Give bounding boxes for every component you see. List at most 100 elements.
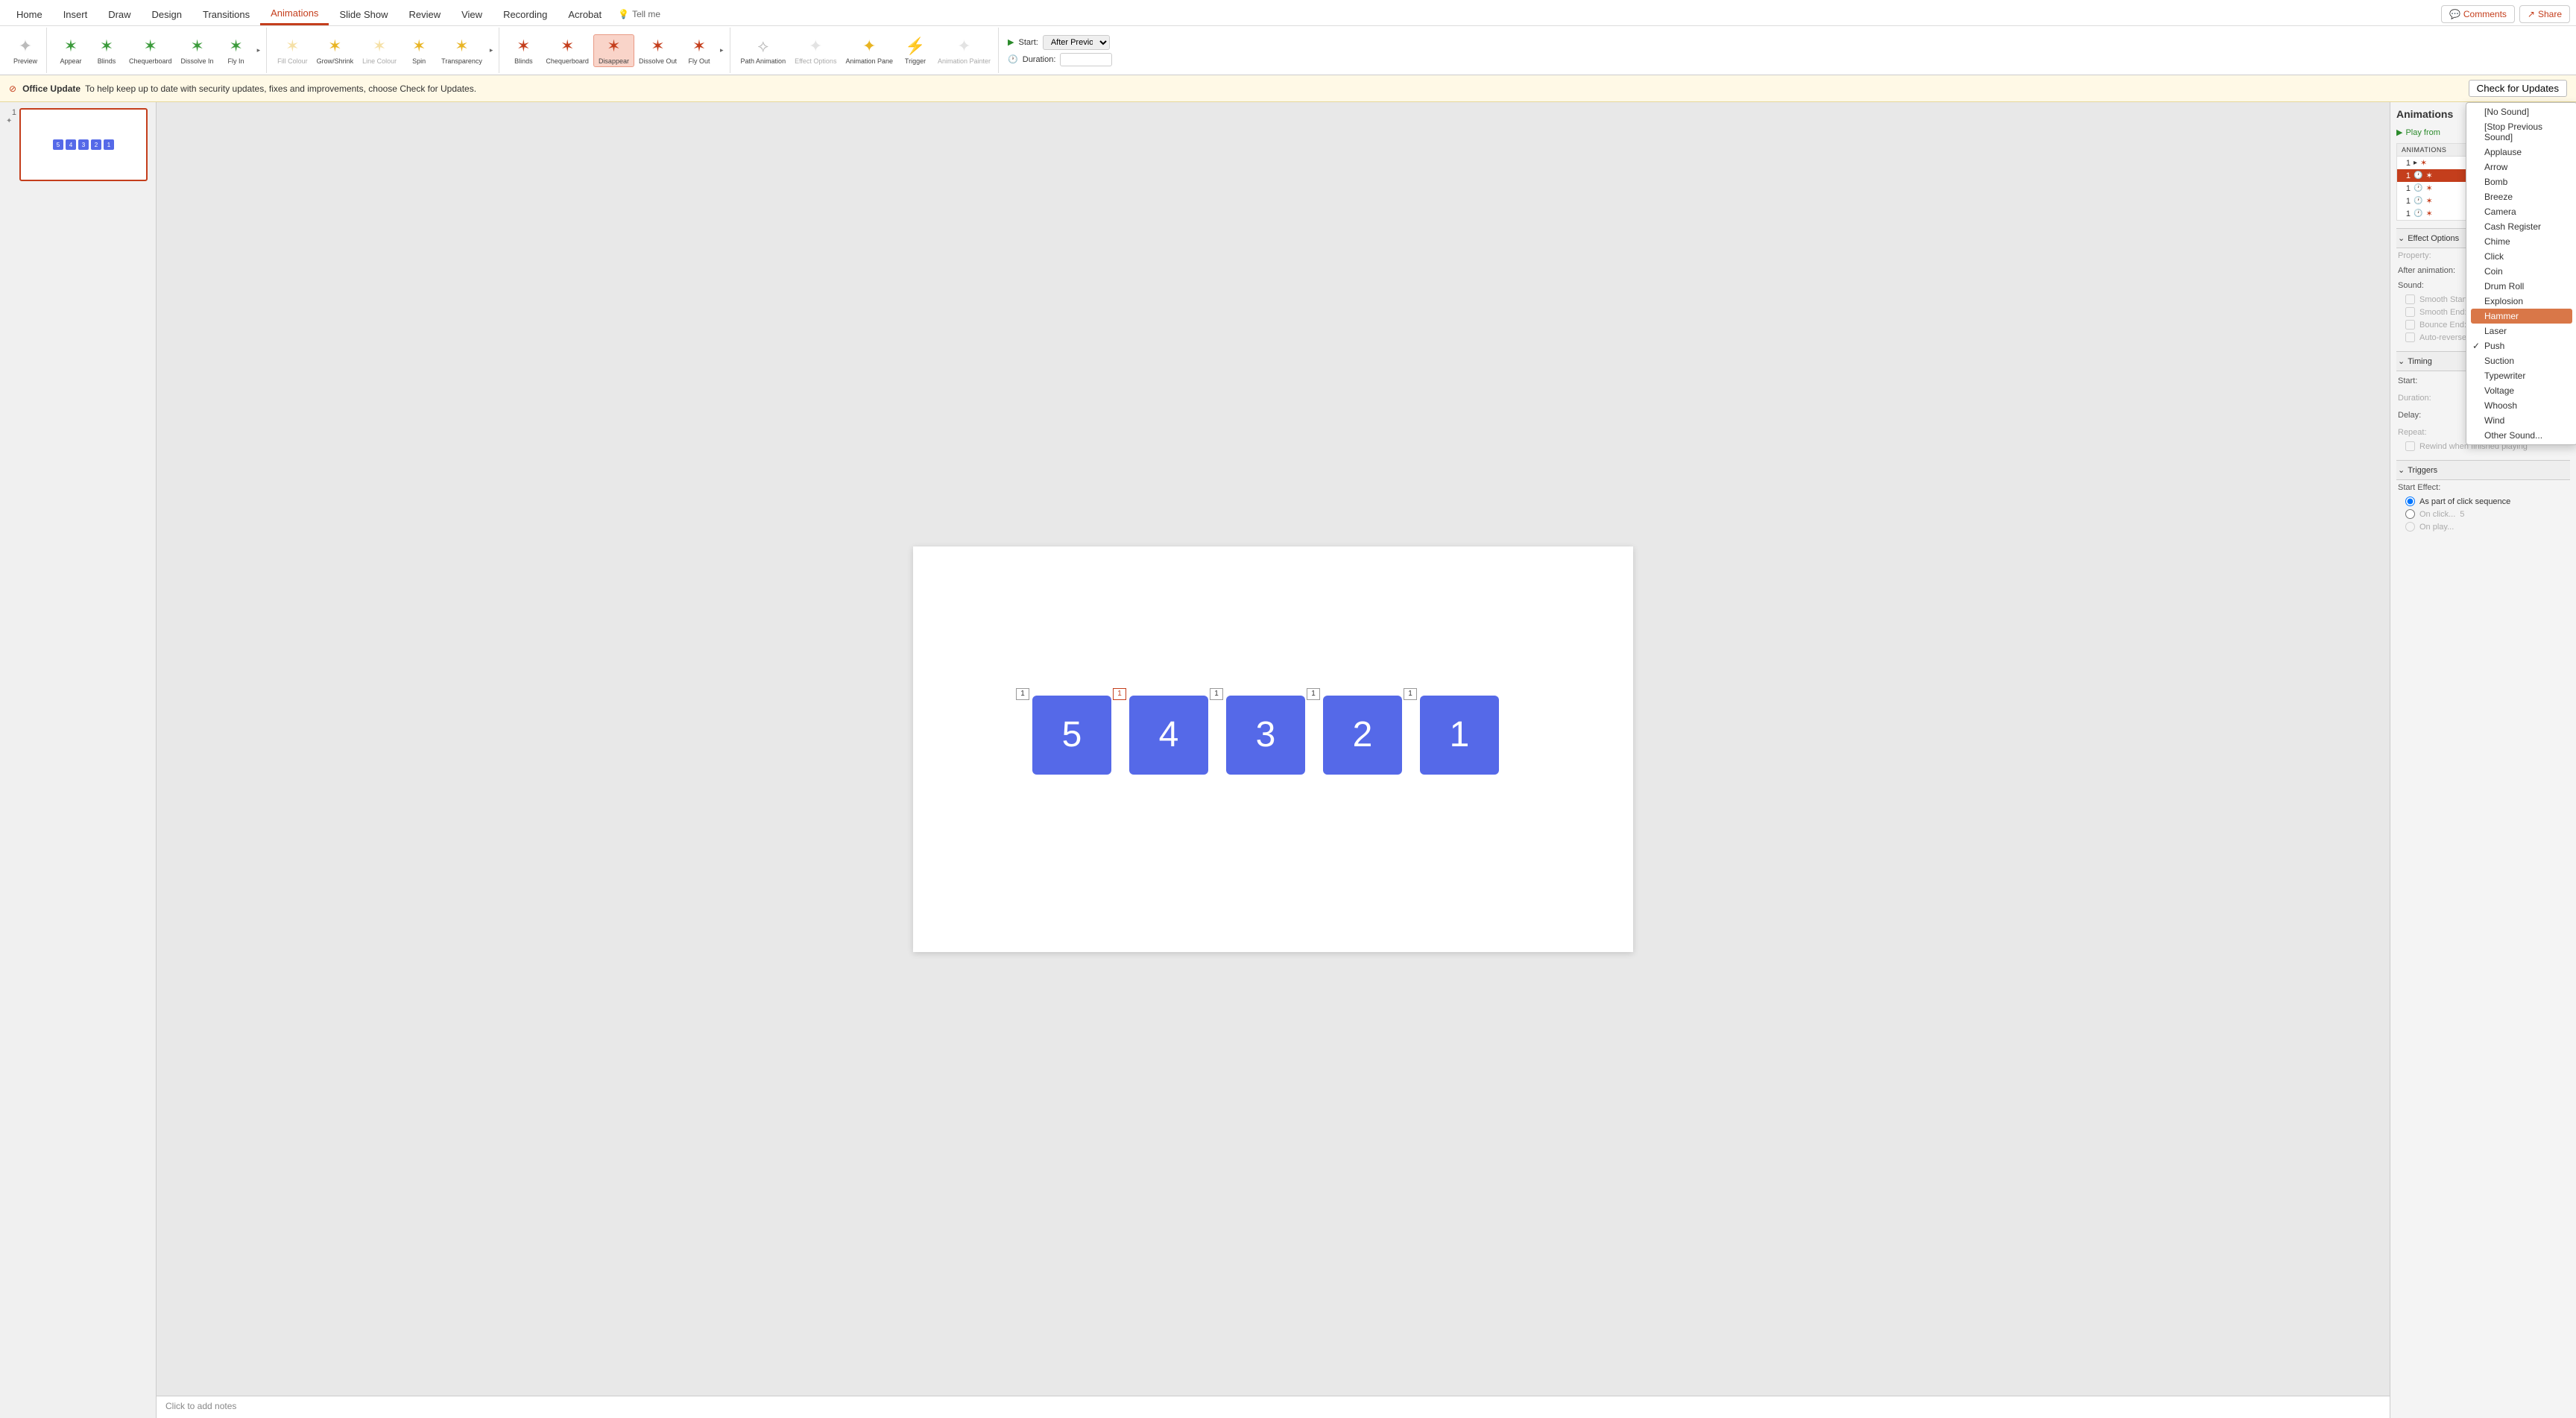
sound-option[interactable]: Applause (2471, 145, 2572, 160)
notes-bar[interactable]: Click to add notes (157, 1396, 2390, 1418)
sound-option[interactable]: Suction (2471, 353, 2572, 368)
sound-option[interactable]: Explosion (2471, 294, 2572, 309)
tab-design[interactable]: Design (142, 4, 192, 25)
info-icon: ⊘ (9, 83, 16, 94)
ribbon-timing-group: ▶ Start: After Previous 🕐 Duration: (1002, 28, 1118, 73)
exit-more[interactable]: ▸ (717, 46, 727, 54)
entrance-more[interactable]: ▸ (254, 46, 264, 54)
star-icon: ✶ (190, 37, 203, 56)
entrance-fly-in[interactable]: ✶Fly In (218, 35, 254, 66)
sound-option[interactable]: Breeze (2471, 189, 2572, 204)
entrance-appear[interactable]: ✶Appear (53, 35, 89, 66)
sound-option-label: Typewriter (2484, 371, 2525, 381)
star-icon: ✶ (455, 37, 468, 56)
shape[interactable]: 1 (1420, 696, 1499, 775)
sound-option-label: Suction (2484, 356, 2514, 366)
sound-option[interactable]: Voltage (2471, 383, 2572, 398)
sound-option[interactable]: [Stop Previous Sound] (2471, 119, 2572, 145)
check-updates-button[interactable]: Check for Updates (2469, 80, 2567, 97)
exit-chequerboard[interactable]: ✶Chequerboard (541, 35, 593, 66)
tab-view[interactable]: View (451, 4, 493, 25)
sound-option[interactable]: Hammer (2471, 309, 2572, 324)
sound-option[interactable]: Drum Roll (2471, 279, 2572, 294)
clock-icon: 🕐 (1008, 54, 1018, 64)
pane-icon: ✦ (862, 37, 876, 56)
emphasis-grow-shrink[interactable]: ✶Grow/Shrink (312, 35, 359, 66)
anim-tag[interactable]: 1 (1404, 688, 1417, 700)
sound-option[interactable]: Bomb (2471, 174, 2572, 189)
exit-disappear[interactable]: ✶Disappear (593, 34, 634, 67)
path-animation-button[interactable]: ⟡Path Animation (736, 35, 791, 66)
entrance-dissolve-in[interactable]: ✶Dissolve In (177, 35, 218, 66)
exit-star-icon: ✶ (2425, 196, 2432, 206)
tab-transitions[interactable]: Transitions (192, 4, 260, 25)
star-icon: ✶ (285, 37, 299, 56)
entrance-group: ✶Appear ✶Blinds ✶Chequerboard ✶Dissolve … (50, 28, 267, 73)
shape[interactable]: 4 (1129, 696, 1208, 775)
preview-button[interactable]: ✦ Preview (7, 35, 43, 66)
anim-tag[interactable]: 1 (1307, 688, 1320, 700)
sound-option[interactable]: Typewriter (2471, 368, 2572, 383)
radio-sequence[interactable] (2405, 497, 2415, 506)
anim-tag[interactable]: 1 (1113, 688, 1126, 700)
anim-tag[interactable]: 1 (1210, 688, 1223, 700)
sound-option[interactable]: Other Sound... (2471, 428, 2572, 443)
sound-option[interactable]: Coin (2471, 264, 2572, 279)
start-select[interactable]: After Previous (1043, 35, 1110, 50)
animation-pane-button[interactable]: ✦Animation Pane (841, 35, 897, 66)
sound-option[interactable]: ✓Push (2471, 338, 2572, 353)
star-icon: ✶ (607, 37, 620, 56)
tellme[interactable]: 💡 Tell me (618, 9, 660, 19)
sound-option[interactable]: Wind (2471, 413, 2572, 428)
radio-onclick[interactable] (2405, 509, 2415, 519)
sound-option[interactable]: Cash Register (2471, 219, 2572, 234)
sound-option[interactable]: Click (2471, 249, 2572, 264)
sound-option-label: Cash Register (2484, 221, 2541, 232)
tab-slideshow[interactable]: Slide Show (329, 4, 398, 25)
duration-input[interactable] (1060, 53, 1112, 66)
emphasis-transparency[interactable]: ✶Transparency (437, 35, 487, 66)
tab-review[interactable]: Review (398, 4, 451, 25)
sound-option[interactable]: [No Sound] (2471, 104, 2572, 119)
slide-thumbnail[interactable]: 5 4 3 2 1 (19, 108, 148, 181)
star-icon: ✶ (144, 37, 157, 56)
exit-fly-out[interactable]: ✶Fly Out (681, 35, 717, 66)
shape[interactable]: 2 (1323, 696, 1402, 775)
sound-option[interactable]: Chime (2471, 234, 2572, 249)
t-duration-label: Duration: (2398, 394, 2469, 403)
exit-dissolve-out[interactable]: ✶Dissolve Out (634, 35, 681, 66)
sound-option-label: Click (2484, 251, 2504, 262)
tab-draw[interactable]: Draw (98, 4, 141, 25)
smooth-end-label: Smooth End: (2419, 308, 2467, 317)
tab-insert[interactable]: Insert (53, 4, 98, 25)
comments-button[interactable]: 💬 Comments (2441, 5, 2515, 23)
tab-animations[interactable]: Animations (260, 3, 329, 25)
emphasis-more[interactable]: ▸ (487, 46, 496, 54)
tab-recording[interactable]: Recording (493, 4, 558, 25)
emphasis-fill-colour[interactable]: ✶Fill Colour (273, 35, 312, 66)
anim-tag[interactable]: 1 (1016, 688, 1029, 700)
gallery-label: Fly Out (688, 57, 710, 65)
entrance-blinds[interactable]: ✶Blinds (89, 35, 124, 66)
shape[interactable]: 5 (1032, 696, 1111, 775)
mini-shape: 3 (78, 139, 89, 150)
exit-star-icon: ✶ (2420, 158, 2427, 168)
tab-home[interactable]: Home (6, 4, 53, 25)
emphasis-spin[interactable]: ✶Spin (401, 35, 437, 66)
trigger-button[interactable]: ⚡Trigger (897, 35, 933, 66)
exit-blinds[interactable]: ✶Blinds (505, 35, 541, 66)
sound-option[interactable]: Camera (2471, 204, 2572, 219)
entrance-chequerboard[interactable]: ✶Chequerboard (124, 35, 177, 66)
share-icon: ↗ (2528, 9, 2535, 19)
shape[interactable]: 3 (1226, 696, 1305, 775)
sound-option[interactable]: Laser (2471, 324, 2572, 338)
sound-option[interactable]: Whoosh (2471, 398, 2572, 413)
share-button[interactable]: ↗ Share (2519, 5, 2570, 23)
smooth-start-label: Smooth Start: (2419, 295, 2469, 304)
tab-acrobat[interactable]: Acrobat (558, 4, 612, 25)
triggers-header[interactable]: ⌄Triggers (2396, 460, 2570, 480)
slide-canvas[interactable]: 15 14 13 12 11 (913, 546, 1633, 952)
sound-option-label: Drum Roll (2484, 281, 2524, 292)
emphasis-line-colour[interactable]: ✶Line Colour (358, 35, 401, 66)
sound-option[interactable]: Arrow (2471, 160, 2572, 174)
